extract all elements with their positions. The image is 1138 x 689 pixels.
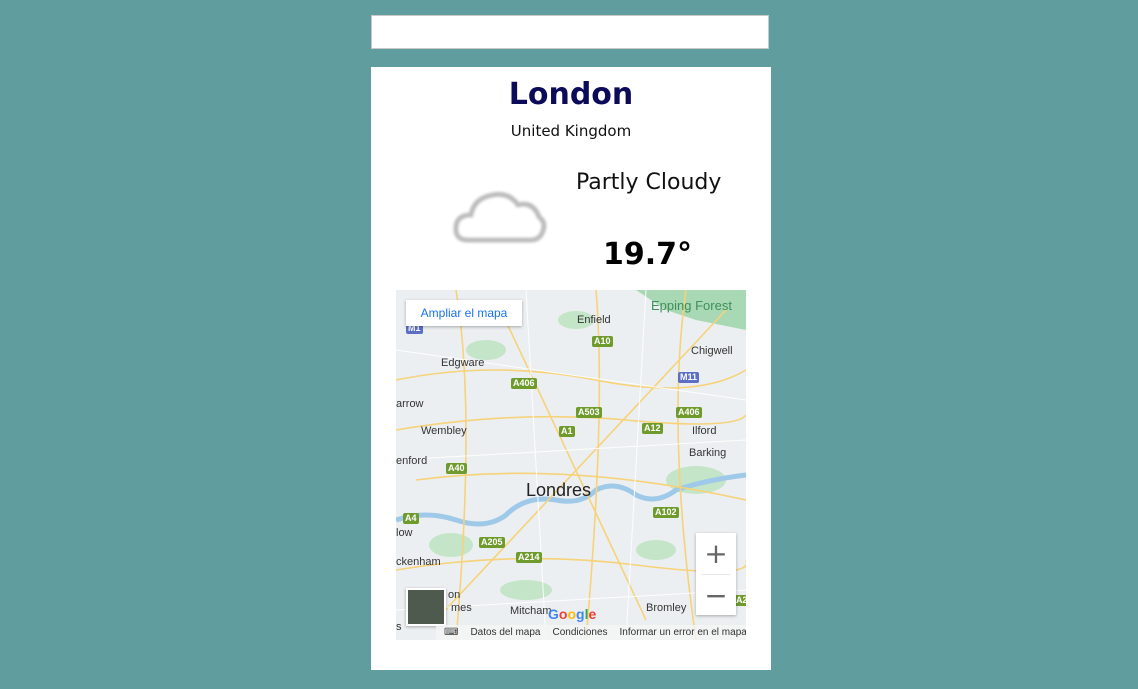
map-label: Chigwell <box>691 345 733 357</box>
map-label: Barking <box>689 447 727 459</box>
map-label: enford <box>396 455 428 467</box>
road-shield: A4 <box>403 513 419 524</box>
city-name: London <box>508 77 634 112</box>
map-label: s <box>396 621 402 633</box>
road-shield: A10 <box>592 336 613 347</box>
map-label: ckenham <box>396 556 441 568</box>
road-shield: A1 <box>559 426 575 437</box>
map-center-label: Londres <box>526 480 592 500</box>
map-label: Ilford <box>692 425 717 437</box>
road-shield: A102 <box>653 507 679 518</box>
map-label: Wembley <box>421 425 467 437</box>
weather-card: London United Kingdom Partly Cloudy 19.7… <box>371 67 771 670</box>
satellite-toggle[interactable] <box>406 588 446 626</box>
expand-map-button[interactable]: Ampliar el mapa <box>406 300 522 326</box>
road-shield: A503 <box>576 407 602 418</box>
road-shield: M11 <box>678 372 700 383</box>
map-label: mes <box>451 602 472 614</box>
road-shield: A40 <box>446 463 467 474</box>
temperature: 19.7° <box>603 237 693 272</box>
google-logo: Google <box>548 606 597 622</box>
weather-condition: Partly Cloudy <box>576 170 722 195</box>
road-shield: A205 <box>479 537 505 548</box>
road-shield: A12 <box>642 423 663 434</box>
moon-cloud-icon <box>443 153 563 253</box>
terms-link[interactable]: Condiciones <box>552 627 607 638</box>
zoom-control: + − <box>696 533 736 615</box>
country-name: United Kingdom <box>510 122 632 140</box>
map-label: arrow <box>396 398 424 410</box>
map-label: low <box>396 527 413 539</box>
report-error-link[interactable]: Informar un error en el mapa <box>620 627 746 638</box>
road-shield: A406 <box>676 407 702 418</box>
keyboard-icon[interactable]: ⌨ <box>444 627 458 638</box>
search-input[interactable] <box>372 16 768 48</box>
map-label: Mitcham <box>510 605 552 617</box>
map[interactable]: Epping Forest Enfield Chigwell Edgware a… <box>396 290 746 640</box>
map-label: Bromley <box>646 602 687 614</box>
map-data-link[interactable]: Datos del mapa <box>470 627 540 638</box>
search-bar[interactable] <box>371 15 769 49</box>
road-shield: A214 <box>516 552 542 563</box>
map-label: Enfield <box>577 314 611 326</box>
zoom-in-button[interactable]: + <box>696 533 736 574</box>
zoom-out-button[interactable]: − <box>696 575 736 616</box>
map-label: Epping Forest <box>651 298 732 313</box>
map-label: on <box>448 589 461 601</box>
road-shield: A406 <box>511 378 537 389</box>
map-attribution: ⌨ Datos del mapa Condiciones Informar un… <box>436 625 746 640</box>
map-label: Edgware <box>441 357 485 369</box>
